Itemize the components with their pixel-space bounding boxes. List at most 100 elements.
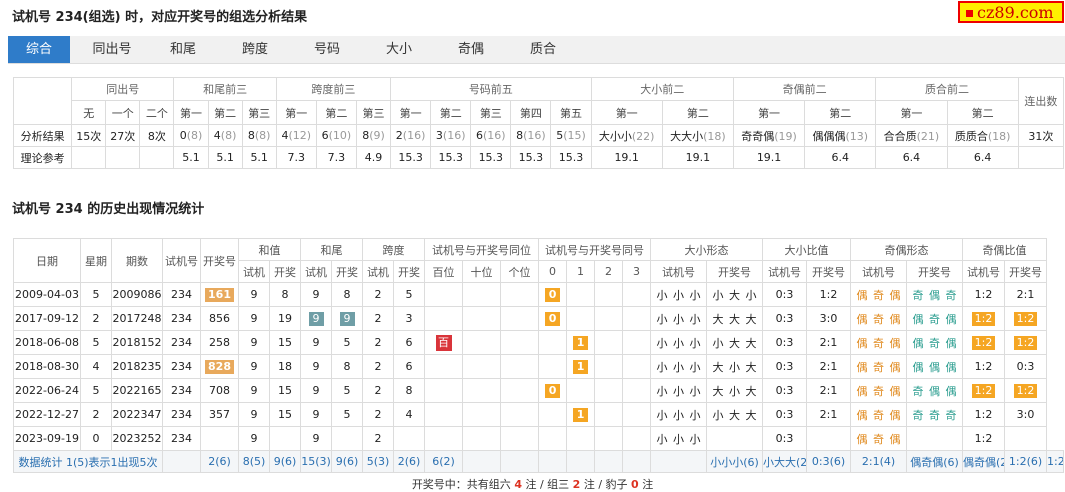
footer-text: 开奖号中：共有组六 <box>411 478 511 491</box>
row-label: 分析结果 <box>12 124 73 147</box>
same-num-cell <box>594 282 624 307</box>
tab-同出号[interactable]: 同出号 <box>81 36 143 63</box>
stats-cell: 偶奇偶(2) <box>962 450 1006 473</box>
same-pos-cell <box>462 306 501 331</box>
result-cell: 8(9) <box>355 124 392 147</box>
cell-ks: 2 <box>362 426 394 451</box>
result-count: (9) <box>369 129 385 142</box>
reference-cell: 15.3 <box>470 146 512 169</box>
tab-大小[interactable]: 大小 <box>368 36 430 63</box>
cell-wk2: 5 <box>331 378 363 403</box>
stats-cell: 小大大(2) <box>762 450 808 473</box>
page-title: 试机号 234(组选) 时，对应开奖号的组选分析结果 <box>12 10 308 25</box>
same-num-mark: 0 <box>545 311 561 326</box>
cell-hs: 9 <box>238 378 270 403</box>
result-value: 27次 <box>110 129 136 143</box>
result-cell: 大小小(22) <box>590 124 663 147</box>
cell-test: 234 <box>162 402 201 427</box>
table-row: 2018-08-30 4 2018235 234 828 9 18 9 8 2 6 1 小 小 小大 小… <box>13 354 1064 379</box>
cell-hk: 15 <box>269 330 301 355</box>
cell-jok: 奇 奇 奇 <box>906 402 964 427</box>
stats-cell: 2:1(4) <box>850 450 908 473</box>
count-group3: 2 <box>572 478 581 491</box>
cell-dxs: 小 小 小 <box>650 306 708 331</box>
reference-cell: 15.3 <box>390 146 432 169</box>
cell-jos: 偶 奇 偶 <box>850 282 908 307</box>
highlight-jbs: 1:2 <box>971 311 996 326</box>
highlight-draw: 161 <box>205 287 234 302</box>
tab-跨度[interactable]: 跨度 <box>224 36 286 63</box>
same-num-cell <box>538 402 568 427</box>
result-count: (16) <box>483 129 506 142</box>
sub-header: 第二 <box>207 100 243 125</box>
sub-header: 百位 <box>424 260 463 283</box>
sub-header: 第一 <box>590 100 663 125</box>
cell-kk: 6 <box>393 330 425 355</box>
cell-test: 234 <box>162 282 201 307</box>
result-cell: 8(8) <box>241 124 277 147</box>
tab-质合[interactable]: 质合 <box>512 36 574 63</box>
stats-cell <box>622 450 652 473</box>
sub-header: 试机号 <box>962 260 1006 283</box>
sub-header: 十位 <box>462 260 501 283</box>
reference-cell: 7.3 <box>315 146 357 169</box>
cell-dxs: 小 小 小 <box>650 378 708 403</box>
same-pos-cell <box>499 402 540 427</box>
cell-jok: 奇 偶 偶 <box>906 378 964 403</box>
result-count: (16) <box>523 129 546 142</box>
same-num-cell <box>538 330 568 355</box>
cell-hs: 9 <box>238 306 270 331</box>
result-cell: 3(16) <box>430 124 472 147</box>
sub-header: 第一 <box>275 100 317 125</box>
cell-jok: 偶 奇 偶 <box>906 330 964 355</box>
cell-dbk: 3:0 <box>806 306 852 331</box>
sub-header: 开奖 <box>393 260 425 283</box>
row-label: 理论参考 <box>12 146 73 169</box>
col-issue: 期数 <box>111 238 163 283</box>
site-logo[interactable]: cz89.com <box>958 1 1064 23</box>
result-value: 大大小 <box>670 129 704 143</box>
same-num-cell <box>566 282 596 307</box>
tab-奇偶[interactable]: 奇偶 <box>440 36 502 63</box>
cell-wk2: 5 <box>331 330 363 355</box>
result-value: 3 <box>435 129 443 142</box>
stats-cell: 2(6) <box>200 450 239 473</box>
result-cell: 8次 <box>139 124 175 147</box>
col-date: 日期 <box>13 238 81 283</box>
same-num-cell <box>622 378 652 403</box>
sub-header: 第三 <box>241 100 277 125</box>
cell-jok: 偶 奇 偶 <box>906 306 964 331</box>
stats-cell: 5(3) <box>362 450 394 473</box>
result-count: (8) <box>254 129 271 142</box>
col-draw: 开奖号 <box>200 238 239 283</box>
table-row: 2022-12-27 2 2022347 234 357 9 15 9 5 2 4 1 小 小 小小 大… <box>13 402 1064 427</box>
cell-jbs: 1:2 <box>962 306 1006 331</box>
reference-cell: 6.4 <box>804 146 877 169</box>
stats-cell <box>538 450 568 473</box>
same-pos-cell <box>499 354 540 379</box>
same-num-cell <box>594 378 624 403</box>
tab-综合[interactable]: 综合 <box>8 36 70 63</box>
cell-test: 234 <box>162 354 201 379</box>
sub-header: 第二 <box>946 100 1019 125</box>
result-value: 15次 <box>76 129 102 143</box>
cell-kk: 3 <box>393 306 425 331</box>
same-pos-cell <box>462 426 501 451</box>
same-pos-cell <box>499 306 540 331</box>
cell-dbs: 0:3 <box>762 426 808 451</box>
stats-cell <box>566 450 596 473</box>
tab-和尾[interactable]: 和尾 <box>152 36 214 63</box>
group-header: 号码前五 <box>390 77 592 101</box>
result-count: (18) <box>703 129 726 143</box>
cell-wk2: 8 <box>331 354 363 379</box>
cell-dbs: 0:3 <box>762 306 808 331</box>
same-num-cell <box>594 354 624 379</box>
cell-jok: 奇 偶 奇 <box>906 282 964 307</box>
tab-号码[interactable]: 号码 <box>296 36 358 63</box>
group-header: 跨度前三 <box>275 77 392 101</box>
sub-header: 开奖号 <box>1004 260 1048 283</box>
col-same-pos: 试机号与开奖号同位 <box>423 238 540 261</box>
sub-header: 0 <box>538 260 568 283</box>
stats-cell: 0:3(6) <box>806 450 852 473</box>
cell-dbs: 0:3 <box>762 282 808 307</box>
